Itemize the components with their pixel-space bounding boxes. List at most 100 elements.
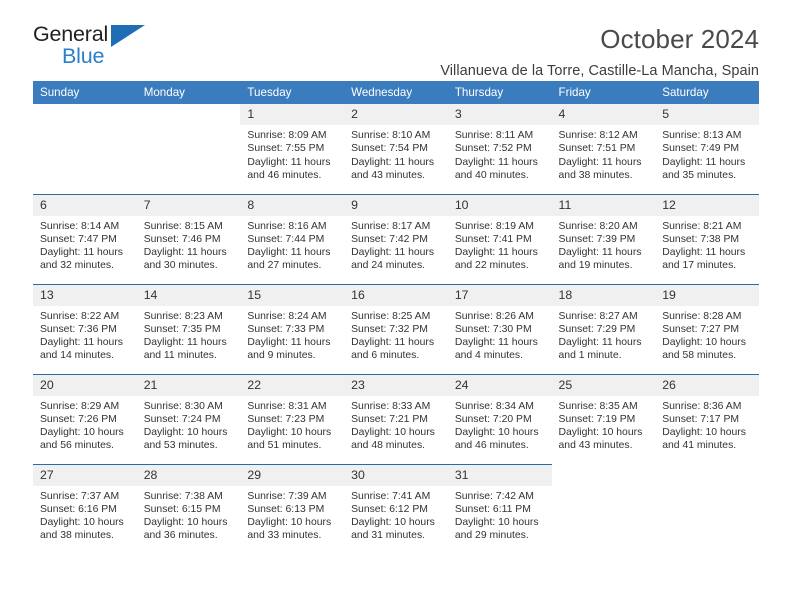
day-number: 12 xyxy=(655,194,759,216)
calendar-day-cell[interactable]: 17 Sunrise: 8:26 AM Sunset: 7:30 PM Dayligh… xyxy=(447,283,552,374)
daylight-text-line2: and 43 minutes. xyxy=(351,169,426,181)
calendar-day-cell[interactable]: 23 Sunrise: 8:33 AM Sunset: 7:21 PM Dayligh… xyxy=(344,373,448,464)
sunrise-text: Sunrise: 8:30 AM xyxy=(143,400,223,412)
day-number: 23 xyxy=(344,374,448,396)
daylight-text-line1: Daylight: 11 hours xyxy=(662,247,746,259)
page-title: October 2024 xyxy=(600,24,759,54)
day-details: Sunrise: 8:35 AM Sunset: 7:19 PM Daylight:… xyxy=(552,396,656,453)
daylight-text-line1: Daylight: 11 hours xyxy=(558,156,642,168)
calendar-day-cell[interactable]: 5 Sunrise: 8:13 AM Sunset: 7:49 PM Daylight… xyxy=(655,104,759,194)
day-details: Sunrise: 8:30 AM Sunset: 7:24 PM Daylight:… xyxy=(137,396,241,453)
weekday-header-wednesday: Wednesday xyxy=(344,81,448,104)
calendar-day-cell[interactable]: 21 Sunrise: 8:30 AM Sunset: 7:24 PM Dayligh… xyxy=(136,373,241,464)
calendar-cell-empty xyxy=(552,464,656,554)
calendar-day-cell[interactable]: 18 Sunrise: 8:27 AM Sunset: 7:29 PM Dayligh… xyxy=(551,283,656,374)
sunrise-text: Sunrise: 8:11 AM xyxy=(454,130,534,141)
day-number: 2 xyxy=(344,104,448,125)
calendar-week-row: 13 Sunrise: 8:22 AM Sunset: 7:36 PM Dayligh… xyxy=(33,283,759,374)
calendar-day-cell[interactable]: 19 Sunrise: 8:28 AM Sunset: 7:27 PM Dayligh… xyxy=(655,283,759,374)
daylight-text-line1: Daylight: 10 hours xyxy=(662,427,746,439)
sunrise-text: Sunrise: 8:35 AM xyxy=(558,400,638,412)
calendar-day-cell[interactable]: 6 Sunrise: 8:14 AM Sunset: 7:47 PM Daylight… xyxy=(33,193,137,284)
calendar-day-cell[interactable]: 26 Sunrise: 8:36 AM Sunset: 7:17 PM Dayligh… xyxy=(655,373,759,464)
daylight-text-line1: Daylight: 11 hours xyxy=(454,337,538,349)
day-details: Sunrise: 8:28 AM Sunset: 7:27 PM Daylight:… xyxy=(655,306,759,363)
calendar-day-cell[interactable]: 8 Sunrise: 8:16 AM Sunset: 7:44 PM Daylight… xyxy=(240,193,345,284)
daylight-text-line1: Daylight: 11 hours xyxy=(247,337,331,349)
sunset-text: Sunset: 6:11 PM xyxy=(454,503,531,515)
logo-triangle-icon xyxy=(111,25,145,47)
sunset-text: Sunset: 7:51 PM xyxy=(558,143,636,155)
day-number: 5 xyxy=(655,104,759,125)
calendar-day-cell[interactable]: 28 Sunrise: 7:38 AM Sunset: 6:15 PM Dayligh… xyxy=(136,463,241,554)
daylight-text-line2: and 14 minutes. xyxy=(40,350,114,362)
calendar-day-cell[interactable]: 24 Sunrise: 8:34 AM Sunset: 7:20 PM Dayligh… xyxy=(447,373,552,464)
sunrise-text: Sunrise: 8:24 AM xyxy=(247,310,327,322)
sunrise-text: Sunrise: 8:13 AM xyxy=(662,130,742,141)
day-number: 29 xyxy=(240,464,345,486)
daylight-text-line1: Daylight: 11 hours xyxy=(40,247,123,259)
daylight-text-line2: and 30 minutes. xyxy=(143,260,218,272)
day-number: 15 xyxy=(240,284,345,306)
daylight-text-line2: and 19 minutes. xyxy=(558,260,633,272)
calendar-day-cell[interactable]: 1 Sunrise: 8:09 AM Sunset: 7:55 PM Daylight… xyxy=(240,104,345,194)
day-details: Sunrise: 8:29 AM Sunset: 7:26 PM Daylight:… xyxy=(33,396,137,453)
weekday-header-saturday: Saturday xyxy=(655,81,759,104)
daylight-text-line1: Daylight: 10 hours xyxy=(40,427,124,439)
calendar-day-cell[interactable]: 16 Sunrise: 8:25 AM Sunset: 7:32 PM Dayligh… xyxy=(344,283,448,374)
calendar-day-cell[interactable]: 29 Sunrise: 7:39 AM Sunset: 6:13 PM Dayligh… xyxy=(240,463,345,554)
day-details: Sunrise: 8:24 AM Sunset: 7:33 PM Daylight:… xyxy=(240,306,344,363)
calendar-day-cell[interactable]: 15 Sunrise: 8:24 AM Sunset: 7:33 PM Dayligh… xyxy=(240,283,345,374)
sunrise-text: Sunrise: 8:20 AM xyxy=(558,220,638,232)
generalblue-logo[interactable]: General Blue xyxy=(33,22,151,70)
sunrise-text: Sunrise: 8:23 AM xyxy=(143,310,223,322)
calendar-day-cell[interactable]: 22 Sunrise: 8:31 AM Sunset: 7:23 PM Dayligh… xyxy=(240,373,345,464)
daylight-text-line1: Daylight: 10 hours xyxy=(143,517,228,529)
calendar-day-cell[interactable]: 31 Sunrise: 7:42 AM Sunset: 6:11 PM Dayligh… xyxy=(447,463,552,554)
calendar-day-cell[interactable]: 13 Sunrise: 8:22 AM Sunset: 7:36 PM Dayligh… xyxy=(33,283,137,374)
sunrise-text: Sunrise: 8:34 AM xyxy=(454,400,534,412)
daylight-text-line2: and 33 minutes. xyxy=(247,530,322,542)
sunrise-text: Sunrise: 8:17 AM xyxy=(351,220,431,232)
sunset-text: Sunset: 7:17 PM xyxy=(662,413,740,425)
logo-text-blue: Blue xyxy=(62,44,105,68)
calendar-day-cell[interactable]: 2 Sunrise: 8:10 AM Sunset: 7:54 PM Daylight… xyxy=(344,104,448,194)
daylight-text-line1: Daylight: 11 hours xyxy=(40,337,123,349)
calendar-day-cell[interactable]: 10 Sunrise: 8:19 AM Sunset: 7:41 PM Dayligh… xyxy=(447,193,552,284)
sunset-text: Sunset: 7:44 PM xyxy=(247,233,325,245)
daylight-text-line1: Daylight: 11 hours xyxy=(247,247,331,259)
daylight-text-line1: Daylight: 11 hours xyxy=(247,156,331,168)
sunset-text: Sunset: 7:19 PM xyxy=(558,413,636,425)
calendar-day-cell[interactable]: 30 Sunrise: 7:41 AM Sunset: 6:12 PM Dayligh… xyxy=(344,463,448,554)
daylight-text-line1: Daylight: 10 hours xyxy=(351,427,435,439)
calendar-day-cell[interactable]: 4 Sunrise: 8:12 AM Sunset: 7:51 PM Daylight… xyxy=(551,104,656,194)
day-details: Sunrise: 8:34 AM Sunset: 7:20 PM Daylight:… xyxy=(448,396,552,453)
calendar-day-cell[interactable]: 27 Sunrise: 7:37 AM Sunset: 6:16 PM Dayligh… xyxy=(33,463,137,554)
calendar-day-cell[interactable]: 3 Sunrise: 8:11 AM Sunset: 7:52 PM Daylight… xyxy=(447,104,552,194)
calendar-day-cell[interactable]: 7 Sunrise: 8:15 AM Sunset: 7:46 PM Daylight… xyxy=(136,193,241,284)
daylight-text-line1: Daylight: 11 hours xyxy=(662,156,746,168)
sunset-text: Sunset: 7:47 PM xyxy=(40,233,117,245)
daylight-text-line1: Daylight: 11 hours xyxy=(143,337,227,349)
calendar-day-cell[interactable]: 20 Sunrise: 8:29 AM Sunset: 7:26 PM Dayligh… xyxy=(33,373,137,464)
day-details: Sunrise: 8:13 AM Sunset: 7:49 PM Daylight:… xyxy=(655,125,759,182)
calendar-week-row: 6 Sunrise: 8:14 AM Sunset: 7:47 PM Daylight… xyxy=(33,193,759,284)
calendar-day-cell[interactable]: 12 Sunrise: 8:21 AM Sunset: 7:38 PM Dayligh… xyxy=(655,193,759,284)
day-number xyxy=(552,464,656,485)
day-number: 22 xyxy=(240,374,345,396)
daylight-text-line2: and 24 minutes. xyxy=(351,260,426,272)
day-details: Sunrise: 7:38 AM Sunset: 6:15 PM Daylight:… xyxy=(137,486,241,543)
sunset-text: Sunset: 7:38 PM xyxy=(662,233,740,245)
weekday-header-sunday: Sunday xyxy=(33,81,137,104)
sunset-text: Sunset: 7:54 PM xyxy=(351,143,428,155)
calendar-day-cell[interactable]: 11 Sunrise: 8:20 AM Sunset: 7:39 PM Dayligh… xyxy=(551,193,656,284)
sunrise-text: Sunrise: 8:36 AM xyxy=(662,400,742,412)
sunset-text: Sunset: 6:13 PM xyxy=(247,503,325,515)
daylight-text-line2: and 17 minutes. xyxy=(662,260,737,272)
calendar-day-cell[interactable]: 14 Sunrise: 8:23 AM Sunset: 7:35 PM Dayligh… xyxy=(136,283,241,374)
daylight-text-line2: and 40 minutes. xyxy=(454,169,529,181)
daylight-text-line1: Daylight: 10 hours xyxy=(662,337,746,349)
day-number: 6 xyxy=(33,194,137,216)
calendar-day-cell[interactable]: 9 Sunrise: 8:17 AM Sunset: 7:42 PM Daylight… xyxy=(344,193,448,284)
calendar-day-cell[interactable]: 25 Sunrise: 8:35 AM Sunset: 7:19 PM Dayligh… xyxy=(551,373,656,464)
